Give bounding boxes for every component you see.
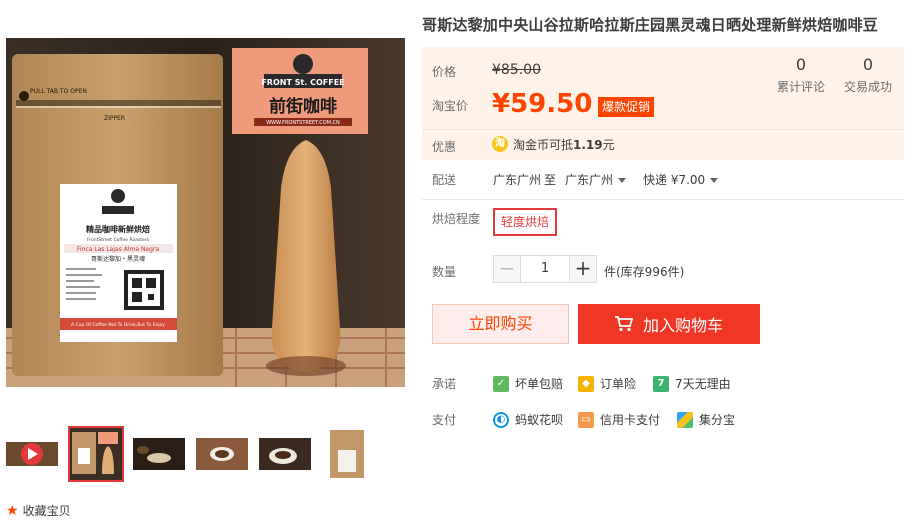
taojinbi-coin-icon: 淘 — [492, 136, 508, 152]
svg-text:Finca Las Lajas Alma Negra: Finca Las Lajas Alma Negra — [77, 246, 159, 253]
buy-now-button[interactable]: 立即购买 — [432, 304, 569, 344]
shipping-method-select[interactable]: 快递 ¥7.00 — [643, 171, 719, 188]
thumbnail-2[interactable] — [133, 428, 185, 480]
favorite-label: 收藏宝贝 — [22, 504, 71, 518]
quantity-input[interactable]: 1 — [521, 255, 569, 283]
svg-text:A Cup Of Coffee Not To Drink,B: A Cup Of Coffee Not To Drink,But To Enjo… — [71, 322, 165, 328]
jifenbao-icon — [677, 411, 693, 428]
chevron-down-icon — [710, 178, 719, 183]
payment-jifenbao[interactable]: 集分宝 — [677, 411, 735, 428]
svg-text:FrontStreet Coffee Roasters: FrontStreet Coffee Roasters — [87, 237, 150, 243]
decrease-button[interactable]: − — [493, 255, 521, 283]
seven-day-return-icon: 7 — [653, 375, 669, 392]
discount-row: 优惠 淘 淘金币可抵1.19元 — [422, 129, 904, 160]
svg-text:前街咖啡: 前街咖啡 — [269, 96, 337, 117]
cart-icon — [614, 316, 633, 332]
price-panel: 价格 ¥85.00 淘宝价 ¥59.50 爆款促销 0 累计评论 0 交易成功 … — [422, 47, 904, 160]
divider — [422, 199, 904, 200]
reviews-stat[interactable]: 0 累计评论 — [770, 55, 832, 95]
thumbnail-1-selected[interactable] — [68, 426, 124, 482]
reviews-count: 0 — [795, 55, 807, 74]
ship-to-word: 至 — [544, 173, 557, 187]
sales-count: 0 — [862, 55, 874, 74]
thumbnail-3[interactable] — [196, 428, 248, 480]
order-insurance-icon: ◆ — [578, 375, 594, 392]
ship-to-select[interactable]: 广东广州 — [565, 171, 627, 188]
favorite-button[interactable]: ★ 收藏宝贝 — [6, 502, 71, 519]
promo-badge: 爆款促销 — [598, 97, 655, 117]
ship-from: 广东广州 — [493, 173, 542, 187]
quantity-stepper: − 1 + — [493, 255, 597, 283]
svg-text:PULL TAB TO OPEN: PULL TAB TO OPEN — [30, 88, 87, 95]
roast-level-label: 烘焙程度 — [432, 212, 481, 226]
original-price: ¥85.00 — [492, 62, 541, 78]
sales-stat: 0 交易成功 — [837, 55, 899, 95]
reviews-label: 累计评论 — [776, 80, 825, 94]
roast-option-light-selected[interactable]: 轻度烘焙 — [493, 208, 558, 236]
thumbnail-4[interactable] — [259, 428, 311, 480]
promise-item-damage[interactable]: ✓ 坏单包赔 — [493, 375, 563, 392]
payment-huabei[interactable]: ◐ 蚂蚁花呗 — [493, 411, 563, 428]
current-price-label: 淘宝价 — [432, 99, 469, 113]
promise-label: 承诺 — [432, 377, 457, 391]
sales-label: 交易成功 — [843, 80, 892, 94]
thumbnail-5[interactable] — [322, 428, 374, 480]
svg-text:FRONT St. COFFEE: FRONT St. COFFEE — [261, 78, 344, 87]
discount-label: 优惠 — [432, 140, 457, 154]
credit-card-icon: ▭ — [578, 411, 594, 428]
thumbnail-strip — [6, 426, 405, 482]
stock-info: 件(库存996件) — [604, 265, 685, 279]
increase-button[interactable]: + — [569, 255, 597, 283]
svg-text:ZIPPER: ZIPPER — [104, 115, 125, 122]
add-to-cart-button[interactable]: 加入购物车 — [578, 304, 760, 344]
svg-text:哥斯达黎加・黑灵魂: 哥斯达黎加・黑灵魂 — [91, 255, 145, 263]
payment-label: 支付 — [432, 413, 457, 427]
main-product-image[interactable]: PULL TAB TO OPEN ZIPPER 精品咖啡新鲜烘焙 FrontSt… — [6, 38, 405, 387]
discount-text: 淘金币可抵1.19元 — [513, 138, 615, 152]
chevron-down-icon — [618, 178, 627, 183]
original-price-label: 价格 — [432, 65, 457, 79]
quantity-label: 数量 — [432, 265, 457, 279]
product-title: 哥斯达黎加中央山谷拉斯哈拉斯庄园黑灵魂日晒处理新鲜烘焙咖啡豆 — [422, 16, 879, 34]
thumbnail-video[interactable] — [6, 428, 58, 480]
shipping-label: 配送 — [432, 173, 457, 187]
svg-text:精品咖啡新鲜烘焙: 精品咖啡新鲜烘焙 — [86, 224, 150, 234]
star-icon: ★ — [6, 502, 19, 519]
add-to-cart-label: 加入购物车 — [642, 316, 723, 335]
promise-item-return[interactable]: 7 7天无理由 — [653, 375, 731, 392]
payment-credit-card[interactable]: ▭ 信用卡支付 — [578, 411, 660, 428]
svg-text:WWW.FRONTSTREET.COM.CN: WWW.FRONTSTREET.COM.CN — [266, 120, 340, 126]
current-price: ¥59.50 — [492, 89, 593, 119]
promise-item-insurance[interactable]: ◆ 订单险 — [578, 375, 636, 392]
shipping-row: 配送 广东广州 至 广东广州 快递 ¥7.00 — [422, 171, 904, 201]
huabei-icon: ◐ — [493, 411, 509, 428]
damage-guarantee-icon: ✓ — [493, 375, 509, 392]
